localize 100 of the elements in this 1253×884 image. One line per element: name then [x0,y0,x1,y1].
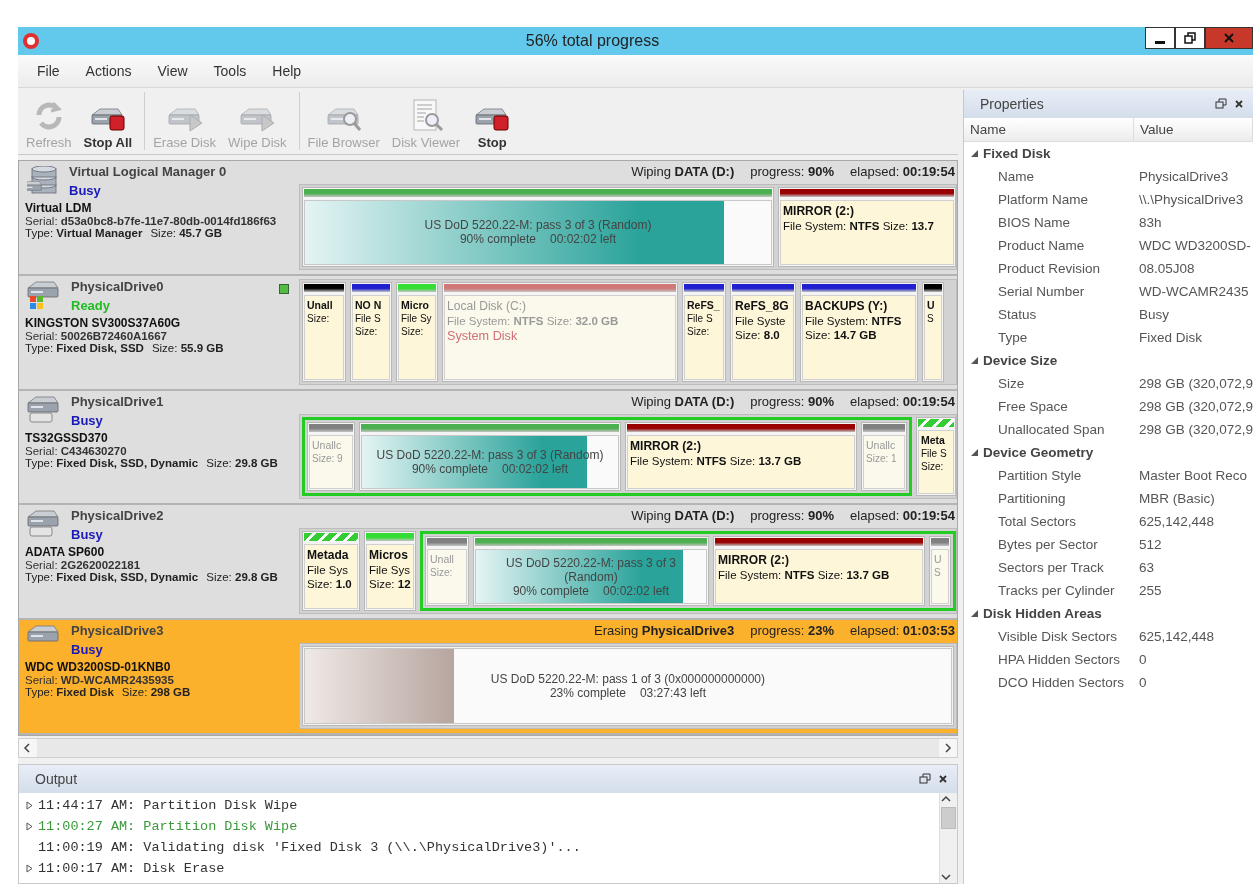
disk-row[interactable] [19,161,957,276]
expand-arrow-icon[interactable] [25,822,34,831]
partition-tile[interactable]: MIRROR (2:) File System: NTFS Size: 13.7 GB [625,421,857,492]
disk-row[interactable] [19,275,957,391]
task-description: Wiping DATA (D:) [631,393,735,411]
time-left: 03:27:43 left [639,686,706,701]
property-name: HPA Hidden Sectors [996,652,1121,667]
menu-item[interactable]: View [146,63,203,79]
horizontal-scrollbar[interactable] [18,738,958,758]
wipe-method: US DoD 5220.22-M: pass 3 of 3 (Random) [424,218,652,233]
property-value: 512 [1137,537,1163,552]
partition-info: File S [355,312,382,324]
partition-tile[interactable]: MIRROR (2:) File System: NTFS Size: 13.7 [778,187,956,267]
partition-tile[interactable]: Micro File Sy Size: [396,281,438,382]
menu-item[interactable]: Help [261,63,317,79]
percent-complete: 23% complete [549,686,626,701]
close-icon [1223,32,1235,44]
float-window-icon[interactable] [918,773,931,785]
disk-status: Busy [69,183,102,198]
partition-tile[interactable]: NO N File S Size: [350,281,392,382]
property-value: WD-WCAMR2435 [1137,284,1250,299]
partition-tile[interactable]: Meta File S Size: [916,416,956,497]
partition-info: Size: [307,312,331,324]
panel-title: Properties [979,96,1045,112]
property-value: \\.\PhysicalDrive3 [1137,192,1245,207]
task-elapsed: elapsed: 00:19:54 [850,164,955,181]
partition-name: Unallc [866,438,897,451]
scroll-left-button[interactable] [19,739,37,757]
menu-item[interactable]: Actions [74,63,147,79]
partition-info: File System: NTFS [805,314,903,327]
property-name: Unallocated Span [996,422,1106,437]
partition-info: S [927,312,935,324]
chevron-down-icon [939,871,952,883]
partition-tile[interactable]: BACKUPS (Y:) File System: NTFS Size: 14.7 GB [800,281,918,382]
disk-serial: Serial: C434630270 [25,444,128,457]
drive-windows-icon [27,280,59,310]
disk-model: ADATA SP600 [25,545,106,560]
property-group[interactable]: Device Size [982,353,1058,368]
partition-info: File Sys [307,564,349,577]
disk-row[interactable] [19,620,957,735]
collapse-arrow-icon[interactable] [969,448,979,457]
disk-row[interactable] [19,390,957,506]
partition-info: File Syste [735,314,787,327]
partition-info: File S [687,312,714,324]
task-progress: progress: 90% [750,164,835,181]
collapse-arrow-icon[interactable] [969,149,979,158]
property-name: Bytes per Sector [996,537,1099,552]
minimize-button[interactable] [1145,27,1175,49]
partition-name: Unall [430,553,455,566]
partition-tile[interactable]: ReFS_8G File Syste Size: 8.0 [730,281,796,382]
disk-row[interactable] [19,505,957,621]
property-group[interactable]: Fixed Disk [982,146,1051,161]
partition-tile[interactable]: MIRROR (2:) File System: NTFS Size: 13.7 GB [713,536,925,607]
column-header[interactable]: Value [1133,118,1253,141]
disk-model: TS32GSSD370 [25,430,109,445]
close-icon[interactable] [1233,98,1245,110]
log-entry: 11:44:17 AM: Partition Disk Wipe [38,798,298,813]
partition-name: MIRROR (2:) [630,438,703,453]
property-value: Master Boot Reco [1137,468,1248,483]
database-icon [27,166,57,197]
collapse-arrow-icon[interactable] [969,609,979,618]
toolbar-button[interactable]: Stop [468,92,517,150]
float-window-icon[interactable] [1215,98,1227,110]
expand-arrow-icon[interactable] [25,801,34,810]
disk-type: Type: Fixed Disk, SSD, Dynamic [25,571,199,584]
menu-item[interactable]: File [26,63,75,79]
task-elapsed: elapsed: 00:19:54 [850,508,955,526]
menu-item[interactable]: Tools [202,63,262,79]
partition-info: Size: [355,325,379,337]
property-group[interactable]: Device Geometry [982,445,1094,460]
property-value: 0 [1137,675,1148,690]
property-name: Sectors per Track [996,560,1105,575]
property-name: Free Space [996,399,1069,414]
vertical-scrollbar[interactable] [938,793,957,883]
partition-info: File System: NTFS Size: 13.7 [783,220,935,232]
toolbar-button[interactable]: Stop All [79,92,137,150]
property-name: Product Revision [996,261,1101,276]
property-group[interactable]: Disk Hidden Areas [982,606,1102,621]
scroll-thumb[interactable] [940,807,956,829]
partition-tile[interactable]: Unall Size: [302,281,346,382]
property-value: 298 GB (320,072,9 [1137,376,1253,391]
expand-arrow-icon[interactable] [25,864,34,873]
log-entry: 11:00:19 AM: Validating disk 'Fixed Disk 3 (\\.\PhysicalDrive3)'... [38,840,581,855]
partition-tile[interactable]: U S [922,281,944,382]
restore-icon [1184,32,1196,44]
property-value: MBR (Basic) [1137,491,1216,506]
restore-button[interactable] [1175,27,1205,49]
partition-tile[interactable]: Micros File Sys Size: 12 [364,531,416,612]
collapse-arrow-icon[interactable] [969,356,979,365]
wipe-method: US DoD 5220.22-M: pass 3 of 3 (Random) [504,555,678,584]
partition-tile[interactable]: Metada File Sys Size: 1.0 [302,531,360,612]
task-progress: progress: 90% [750,393,835,411]
close-icon[interactable] [936,773,949,785]
minimize-icon [1155,40,1165,44]
disk-model: KINGSTON SV300S37A60G [25,315,182,330]
partition-tile[interactable]: ReFS_ File S Size: [682,281,726,382]
time-left: 00:02:02 left [603,583,670,598]
column-header[interactable]: Name [963,118,1134,141]
property-name: Type [996,330,1029,345]
partition-note: System Disk [447,328,519,343]
